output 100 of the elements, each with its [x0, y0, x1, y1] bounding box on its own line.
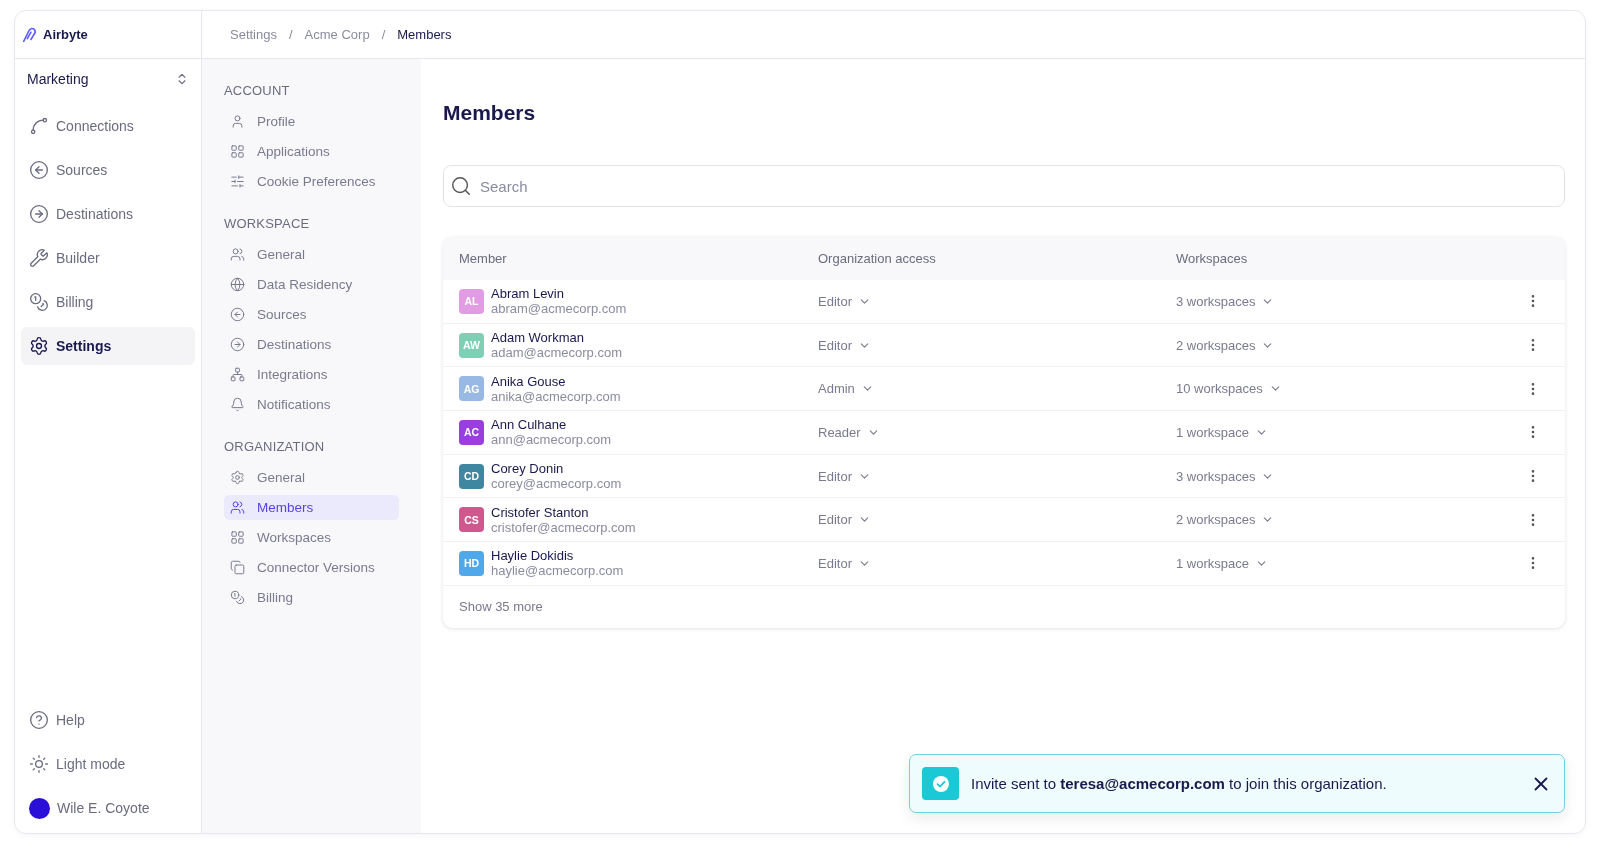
member-email: ann@acmecorp.com — [491, 432, 612, 448]
member-email: anika@acmecorp.com — [491, 388, 621, 404]
breadcrumb-link[interactable]: Members — [397, 27, 452, 42]
breadcrumb-link[interactable]: Acme Corp — [304, 27, 370, 42]
settings-nav-item[interactable]: Applications — [224, 139, 399, 164]
settings-nav-item[interactable]: General — [224, 465, 399, 490]
column-header: Member — [459, 251, 508, 266]
sidebar-item[interactable]: Billing — [21, 283, 195, 321]
access-dropdown[interactable]: Reader — [818, 424, 880, 440]
member-avatar: AL — [459, 288, 484, 314]
bell-icon — [230, 397, 245, 412]
settings-nav-item[interactable]: Data Residency — [224, 272, 399, 297]
member-name: Adam Workman — [491, 330, 585, 346]
sidebar-item[interactable]: Settings — [21, 327, 195, 365]
workspaces-dropdown[interactable]: 1 workspace — [1176, 555, 1268, 571]
access-dropdown[interactable]: Editor — [818, 337, 871, 353]
settings-icon — [29, 336, 49, 356]
toast-message: Invite sent to teresa@acmecorp.com to join this organization. — [971, 775, 1388, 792]
sun-icon — [29, 754, 49, 774]
column-header: Organization access — [818, 251, 937, 266]
check-icon — [922, 767, 959, 800]
logo-icon — [21, 25, 39, 44]
sidebar-item[interactable]: Destinations — [21, 195, 195, 233]
settings-icon — [230, 470, 245, 485]
settings-nav-item[interactable]: Billing — [224, 585, 399, 610]
wrench-icon — [29, 248, 49, 268]
workspace-selector[interactable]: Marketing — [21, 61, 195, 97]
globe-icon — [230, 277, 245, 292]
workspaces-dropdown[interactable]: 2 workspaces — [1176, 512, 1275, 528]
network-icon — [230, 367, 245, 382]
page-title: Members — [443, 101, 537, 125]
sidebar-item[interactable]: Light mode — [21, 745, 195, 783]
settings-nav-item[interactable]: Connector Versions — [224, 555, 399, 580]
grid-icon — [230, 144, 245, 159]
settings-nav-item[interactable]: Notifications — [224, 392, 399, 417]
member-email: cristofer@acmecorp.com — [491, 519, 636, 535]
member-name: Abram Levin — [491, 286, 565, 302]
section-title: ACCOUNT — [224, 83, 291, 98]
users-icon — [230, 247, 245, 262]
show-more-link[interactable]: Show 35 more — [443, 585, 559, 628]
sliders-icon — [230, 174, 245, 189]
copy-icon — [230, 560, 245, 575]
sidebar-item[interactable]: Connections — [21, 107, 195, 145]
settings-nav-item[interactable]: Profile — [224, 109, 399, 134]
member-avatar: AW — [459, 332, 484, 358]
settings-nav-item[interactable]: Integrations — [224, 362, 399, 387]
coins-icon — [230, 590, 245, 605]
breadcrumb-separator: / — [381, 27, 386, 42]
nodes-icon — [29, 116, 49, 136]
arrow-circle-icon — [29, 160, 49, 180]
access-dropdown[interactable]: Editor — [818, 293, 871, 309]
user-icon — [230, 114, 245, 129]
help-icon — [29, 710, 49, 730]
sidebar-item[interactable]: Sources — [21, 151, 195, 189]
workspaces-dropdown[interactable]: 10 workspaces — [1176, 381, 1282, 397]
access-dropdown[interactable]: Editor — [818, 468, 871, 484]
arrow-circle-icon — [29, 204, 49, 224]
settings-nav-item[interactable]: Members — [224, 495, 399, 520]
workspaces-dropdown[interactable]: 3 workspaces — [1176, 468, 1275, 484]
brand-name: Airbyte — [43, 27, 88, 42]
member-avatar: CS — [459, 507, 484, 533]
member-email: haylie@acmecorp.com — [491, 563, 624, 579]
avatar — [29, 797, 50, 819]
grid-icon — [230, 530, 245, 545]
section-title: ORGANIZATION — [224, 439, 326, 454]
workspaces-dropdown[interactable]: 3 workspaces — [1176, 293, 1275, 309]
coins-icon — [29, 292, 49, 312]
user-menu[interactable]: Wile E. Coyote — [21, 789, 195, 827]
users-icon — [230, 500, 245, 515]
access-dropdown[interactable]: Admin — [818, 381, 874, 397]
access-dropdown[interactable]: Editor — [818, 555, 871, 571]
member-avatar: CD — [459, 463, 484, 489]
member-name: Haylie Dokidis — [491, 548, 575, 564]
search-field[interactable]: Search — [443, 165, 1565, 207]
settings-nav-item[interactable]: Workspaces — [224, 525, 399, 550]
workspaces-dropdown[interactable]: 1 workspace — [1176, 424, 1268, 440]
settings-nav-item[interactable]: Sources — [224, 302, 399, 327]
access-dropdown[interactable]: Editor — [818, 512, 871, 528]
section-title: WORKSPACE — [224, 216, 311, 231]
search-icon — [450, 175, 472, 197]
member-email: abram@acmecorp.com — [491, 301, 627, 317]
member-avatar: HD — [459, 550, 484, 576]
settings-nav-item[interactable]: Destinations — [224, 332, 399, 357]
member-email: corey@acmecorp.com — [491, 476, 622, 492]
breadcrumb-link[interactable]: Settings — [230, 27, 277, 42]
breadcrumb-separator: / — [289, 27, 293, 42]
member-name: Corey Donin — [491, 461, 565, 477]
arrow-circle-icon — [230, 307, 245, 322]
column-header: Workspaces — [1176, 251, 1249, 266]
member-name: Ann Culhane — [491, 417, 568, 433]
member-avatar: AG — [459, 376, 484, 402]
settings-nav-item[interactable]: Cookie Preferences — [224, 169, 399, 194]
sidebar-item[interactable]: Builder — [21, 239, 195, 277]
member-name: Anika Gouse — [491, 373, 567, 389]
arrow-circle-icon — [230, 337, 245, 352]
member-email: adam@acmecorp.com — [491, 345, 622, 361]
workspaces-dropdown[interactable]: 2 workspaces — [1176, 337, 1275, 353]
sidebar-item[interactable]: Help — [21, 701, 195, 739]
member-name: Cristofer Stanton — [491, 504, 590, 520]
settings-nav-item[interactable]: General — [224, 242, 399, 267]
